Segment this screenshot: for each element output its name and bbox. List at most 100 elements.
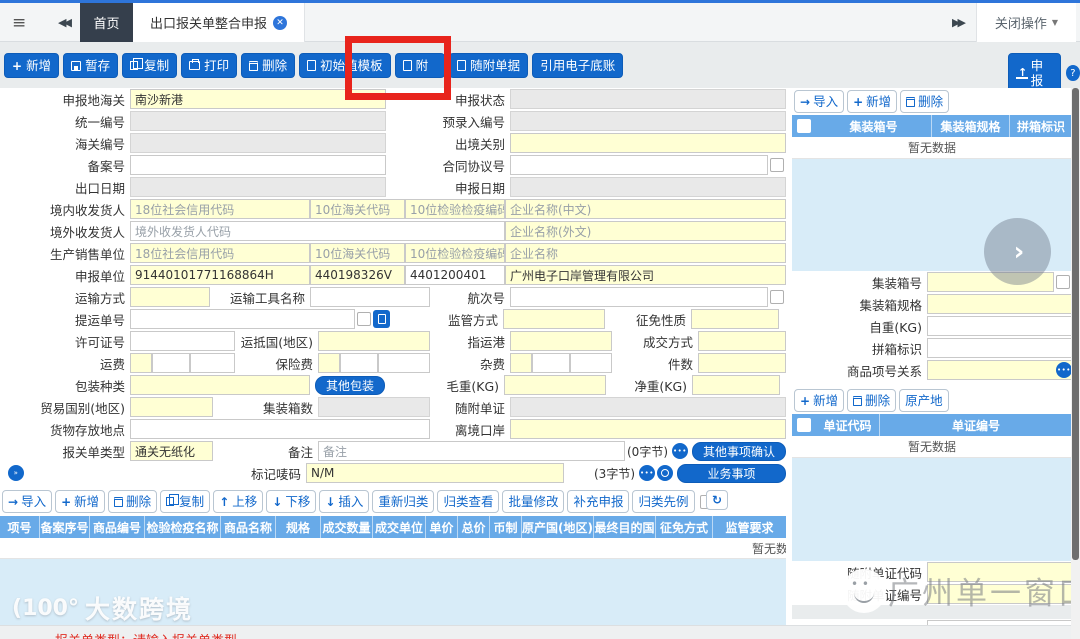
vertical-scrollbar[interactable] [1071, 88, 1080, 639]
col-doc-no[interactable]: 单证编号 [880, 414, 1072, 436]
col-product-code[interactable]: 商品编号 [90, 516, 145, 538]
next-panel-chevron-button[interactable]: › [984, 218, 1051, 285]
freight-currency-field[interactable] [190, 353, 235, 373]
container-import-button[interactable]: → 导入 [794, 90, 845, 113]
freight-mark-field[interactable] [130, 353, 152, 373]
domestic-consignor-ciq-code[interactable]: 10位检验检疫编码 [405, 199, 505, 219]
copy-button[interactable]: 复制 [122, 53, 178, 78]
exit-customs-field[interactable] [510, 133, 786, 153]
contract-checkbox[interactable] [770, 158, 784, 172]
goods-insert-button[interactable]: ↓ 插入 [319, 490, 370, 513]
container-delete-button[interactable]: 删除 [900, 90, 950, 113]
col-supervision[interactable]: 监管要求 [713, 516, 786, 538]
gross-weight-field[interactable] [504, 375, 607, 395]
reference-ledger-button[interactable]: 引用电子底账 [532, 53, 624, 78]
production-unit-ciq-code[interactable]: 10位检验检疫编码 [405, 243, 505, 263]
col-spec[interactable]: 规格 [276, 516, 321, 538]
col-doc-code[interactable]: 单证代码 [816, 414, 880, 436]
tab-export-declaration[interactable]: 出口报关单整合申报 ✕ [133, 3, 305, 42]
save-draft-button[interactable]: 暂存 [63, 53, 119, 78]
col-item-no[interactable]: 项号 [0, 516, 40, 538]
item-relation-ellipsis-button[interactable]: ••• [1056, 362, 1072, 378]
voyage-no-field[interactable] [510, 287, 768, 307]
col-container-no[interactable]: 集装箱号 [816, 115, 932, 137]
domestic-consignor-credit-code[interactable]: 18位社会信用代码 [130, 199, 310, 219]
col-record-seq[interactable]: 备案序号 [40, 516, 90, 538]
dest-port-field[interactable] [510, 331, 612, 351]
declare-unit-ciq-code[interactable]: 4401200401 [405, 265, 505, 285]
col-qty[interactable]: 成交数量 [321, 516, 373, 538]
arrival-country-field[interactable] [318, 331, 430, 351]
scroll-tabs-left-icon[interactable]: ◀◀ [58, 16, 72, 29]
docs-select-all-checkbox[interactable] [797, 418, 811, 432]
scroll-tabs-right-icon[interactable]: ▶▶ [952, 16, 966, 29]
marks-ellipsis-button[interactable]: ••• [639, 465, 655, 481]
remark-ellipsis-button[interactable]: ••• [672, 443, 688, 459]
insurance-mark-field[interactable] [318, 353, 340, 373]
misc-rate-field[interactable] [532, 353, 570, 373]
goods-precedent-button[interactable]: 归类先例 [632, 490, 695, 513]
expand-button[interactable]: » [8, 465, 24, 481]
exit-port-field[interactable] [510, 419, 786, 439]
bl-checkbox[interactable] [357, 312, 371, 326]
print-button[interactable]: 打印 [181, 53, 238, 78]
bl-document-button[interactable] [373, 310, 390, 328]
goods-batch-modify-button[interactable]: 批量修改 [502, 490, 565, 513]
container-spec-field[interactable] [927, 294, 1072, 314]
overseas-consignor-name[interactable]: 企业名称(外文) [505, 221, 786, 241]
declare-unit-credit-code[interactable]: 91440101771168864H [130, 265, 310, 285]
menu-icon[interactable]: ≡ [12, 13, 26, 33]
production-unit-name[interactable]: 企业名称 [505, 243, 786, 263]
declare-unit-name[interactable]: 广州电子口岸管理有限公司 [505, 265, 786, 285]
production-unit-customs-code[interactable]: 10位海关代码 [310, 243, 405, 263]
col-exemption[interactable]: 征免方式 [656, 516, 713, 538]
goods-classify-view-button[interactable]: 归类查看 [437, 490, 500, 513]
marks-history-button[interactable] [657, 465, 673, 481]
package-type-field[interactable] [130, 375, 310, 395]
col-product-name[interactable]: 商品名称 [221, 516, 276, 538]
domestic-consignor-customs-code[interactable]: 10位海关代码 [310, 199, 405, 219]
col-total-price[interactable]: 总价 [458, 516, 490, 538]
misc-mark-field[interactable] [510, 353, 532, 373]
help-button[interactable]: ? [1065, 65, 1080, 81]
license-no-field[interactable] [130, 331, 235, 351]
close-operations-dropdown[interactable]: 关闭操作 ▼ [976, 3, 1076, 42]
transport-mode-field[interactable] [130, 287, 210, 307]
freight-rate-field[interactable] [152, 353, 190, 373]
col-dest-country[interactable]: 最终目的国 [594, 516, 656, 538]
new-button[interactable]: + 新增 [4, 53, 60, 78]
other-matters-confirm-button[interactable]: 其他事项确认 [692, 441, 787, 461]
contract-no-field[interactable] [510, 155, 768, 175]
other-package-button[interactable]: 其他包装 [315, 375, 386, 395]
overseas-consignor-code[interactable]: 境外收发货人代码 [130, 221, 505, 241]
goods-supplement-button[interactable]: 补充申报 [567, 490, 630, 513]
pieces-field[interactable] [698, 353, 786, 373]
remark-field[interactable]: 备注 [318, 441, 625, 461]
col-unit[interactable]: 成交单位 [373, 516, 426, 538]
col-origin-country[interactable]: 原产国(地区) [522, 516, 594, 538]
attached-documents-button[interactable]: 随附单据 [449, 53, 529, 78]
col-container-spec[interactable]: 集装箱规格 [932, 115, 1010, 137]
business-matters-button[interactable]: 业务事项 [677, 463, 786, 483]
goods-refresh-button[interactable]: ↻ [706, 490, 729, 510]
delete-button[interactable]: 删除 [241, 53, 296, 78]
net-weight-field[interactable] [692, 375, 781, 395]
goods-import-button[interactable]: → 导入 [2, 490, 53, 513]
storage-place-field[interactable] [130, 419, 430, 439]
supervision-mode-field[interactable] [503, 309, 605, 329]
docs-origin-button[interactable]: 原产地 [899, 389, 949, 412]
tab-home[interactable]: 首页 [80, 3, 133, 42]
docs-delete-button[interactable]: 删除 [847, 389, 897, 412]
transport-name-field[interactable] [310, 287, 430, 307]
declare-unit-customs-code[interactable]: 440198326V [310, 265, 405, 285]
voyage-checkbox[interactable] [770, 290, 784, 304]
goods-move-up-button[interactable]: ↑ 上移 [213, 490, 264, 513]
insurance-currency-field[interactable] [378, 353, 430, 373]
bl-no-field[interactable] [130, 309, 355, 329]
container-select-all-checkbox[interactable] [797, 119, 811, 133]
tab-close-icon[interactable]: ✕ [273, 15, 287, 30]
trade-country-field[interactable] [130, 397, 213, 417]
col-currency[interactable]: 币制 [490, 516, 522, 538]
docs-new-button[interactable]: + 新增 [794, 389, 845, 412]
record-no-field[interactable] [130, 155, 386, 175]
